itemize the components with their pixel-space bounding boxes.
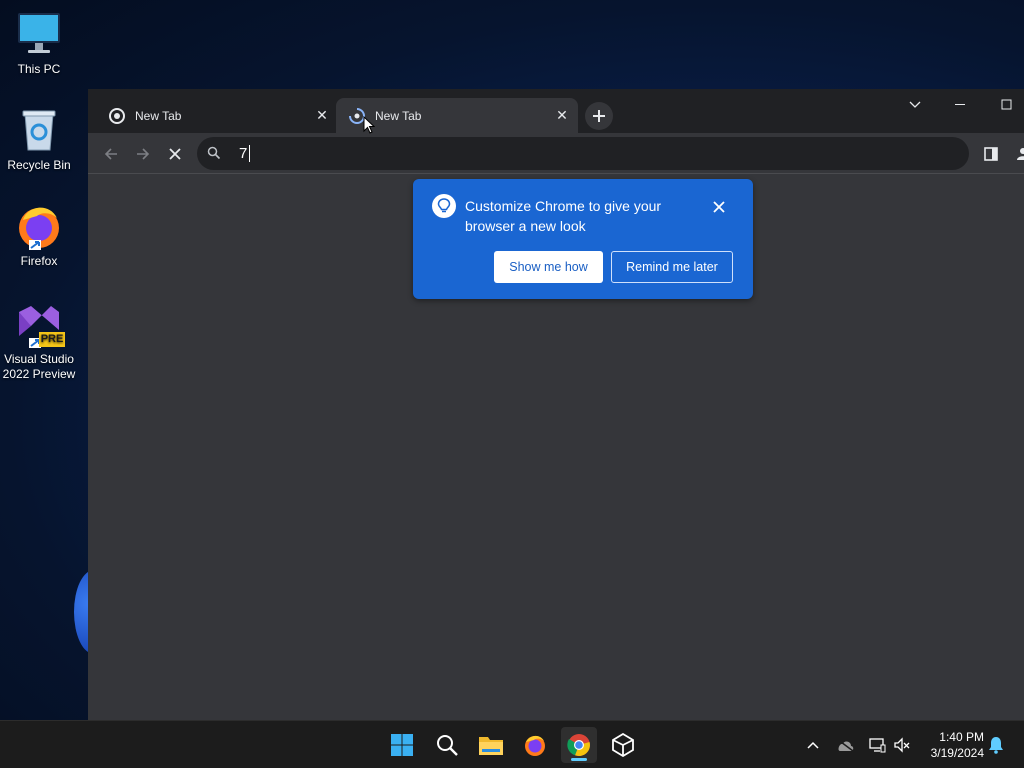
desktop-icon-firefox[interactable]: Firefox: [0, 202, 78, 269]
desktop-icon-label: Firefox: [20, 254, 58, 268]
lightbulb-icon: [432, 194, 456, 218]
clock-time: 1:40 PM: [939, 730, 984, 744]
show-me-how-button[interactable]: Show me how: [494, 251, 603, 283]
unity-icon: [612, 733, 634, 757]
browser-toolbar: [88, 133, 1024, 174]
notifications-button[interactable]: [984, 733, 1008, 757]
address-input[interactable]: [239, 140, 939, 167]
taskbar-clock[interactable]: 1:40 PM 3/19/2024: [918, 729, 984, 761]
network-button[interactable]: [865, 733, 889, 757]
tab-search-button[interactable]: [900, 93, 930, 117]
tab-title: New Tab: [135, 108, 182, 123]
chrome-favicon-icon: [109, 107, 125, 124]
customize-chrome-promo: Customize Chrome to give your browser a …: [413, 179, 753, 299]
maximize-button[interactable]: [992, 93, 1022, 117]
tab-new-tab-1[interactable]: New Tab ✕: [96, 98, 338, 133]
profile-icon: [1017, 148, 1024, 160]
start-button[interactable]: [384, 727, 420, 763]
promo-message: Customize Chrome to give your browser a …: [465, 198, 662, 234]
desktop-icon-recycle-bin[interactable]: Recycle Bin: [0, 106, 78, 173]
back-button[interactable]: [97, 140, 125, 168]
pre-badge: PRE: [39, 332, 65, 347]
monitor-icon: [15, 10, 63, 58]
close-icon: [713, 201, 725, 213]
plus-icon: [593, 110, 605, 122]
remind-me-later-button[interactable]: Remind me later: [611, 251, 733, 283]
show-hidden-icons-button[interactable]: [801, 733, 825, 757]
text-caret: [249, 145, 250, 162]
desktop-icon-label: Visual Studio 2022 Preview: [2, 352, 76, 381]
chrome-window: New Tab ✕ New Tab ✕ 7 Customize Chrome t…: [88, 89, 1024, 720]
close-icon: [169, 148, 181, 160]
file-explorer-icon: [479, 737, 503, 755]
search-icon: [207, 146, 221, 160]
arrow-right-icon: [137, 148, 150, 160]
taskbar-chrome[interactable]: [561, 727, 597, 763]
chrome-icon: [567, 734, 590, 757]
recycle-bin-icon: [15, 106, 63, 154]
promo-close-button[interactable]: [709, 197, 729, 217]
minimize-icon: [955, 104, 965, 105]
arrow-left-icon: [104, 148, 117, 160]
address-bar[interactable]: [197, 137, 969, 170]
maximize-icon: [1001, 99, 1012, 110]
taskbar-search-button[interactable]: [429, 727, 465, 763]
taskbar-file-explorer[interactable]: [473, 727, 509, 763]
clock-date: 3/19/2024: [930, 746, 984, 760]
minimize-button[interactable]: [946, 93, 976, 117]
new-tab-button[interactable]: [585, 102, 613, 130]
profile-button[interactable]: [1009, 140, 1024, 168]
firefox-icon: [15, 202, 63, 250]
cloud-offline-icon: [836, 738, 854, 752]
active-app-indicator: [571, 758, 587, 761]
stop-loading-button[interactable]: [161, 140, 189, 168]
visual-studio-icon: PRE: [15, 300, 65, 348]
desktop-icon-label: This PC: [17, 62, 61, 76]
tab-title: New Tab: [375, 108, 422, 123]
onedrive-button[interactable]: [833, 733, 857, 757]
chevron-up-icon: [807, 741, 819, 749]
volume-button[interactable]: [890, 733, 914, 757]
tab-close-icon[interactable]: ✕: [312, 106, 332, 126]
tab-close-icon[interactable]: ✕: [552, 106, 572, 126]
desktop-icon-label: Recycle Bin: [7, 158, 71, 172]
taskbar: 1:40 PM 3/19/2024: [0, 720, 1024, 768]
firefox-icon: [525, 735, 545, 756]
tab-strip: New Tab ✕ New Tab ✕: [88, 89, 1024, 133]
taskbar-firefox[interactable]: [517, 727, 553, 763]
start-icon: [391, 734, 413, 756]
taskbar-unity[interactable]: [605, 727, 641, 763]
search-icon: [437, 735, 458, 756]
side-panel-icon: [984, 147, 998, 161]
desktop-icon-this-pc[interactable]: This PC: [0, 10, 78, 77]
network-icon: [869, 738, 886, 753]
forward-button[interactable]: [129, 140, 157, 168]
mouse-cursor-icon: [363, 115, 376, 139]
side-panel-button[interactable]: [977, 140, 1005, 168]
volume-muted-icon: [894, 737, 910, 753]
desktop-icon-visual-studio[interactable]: PRE Visual Studio 2022 Preview: [0, 300, 78, 382]
bell-icon: [989, 737, 1003, 754]
chevron-down-icon: [909, 101, 921, 108]
